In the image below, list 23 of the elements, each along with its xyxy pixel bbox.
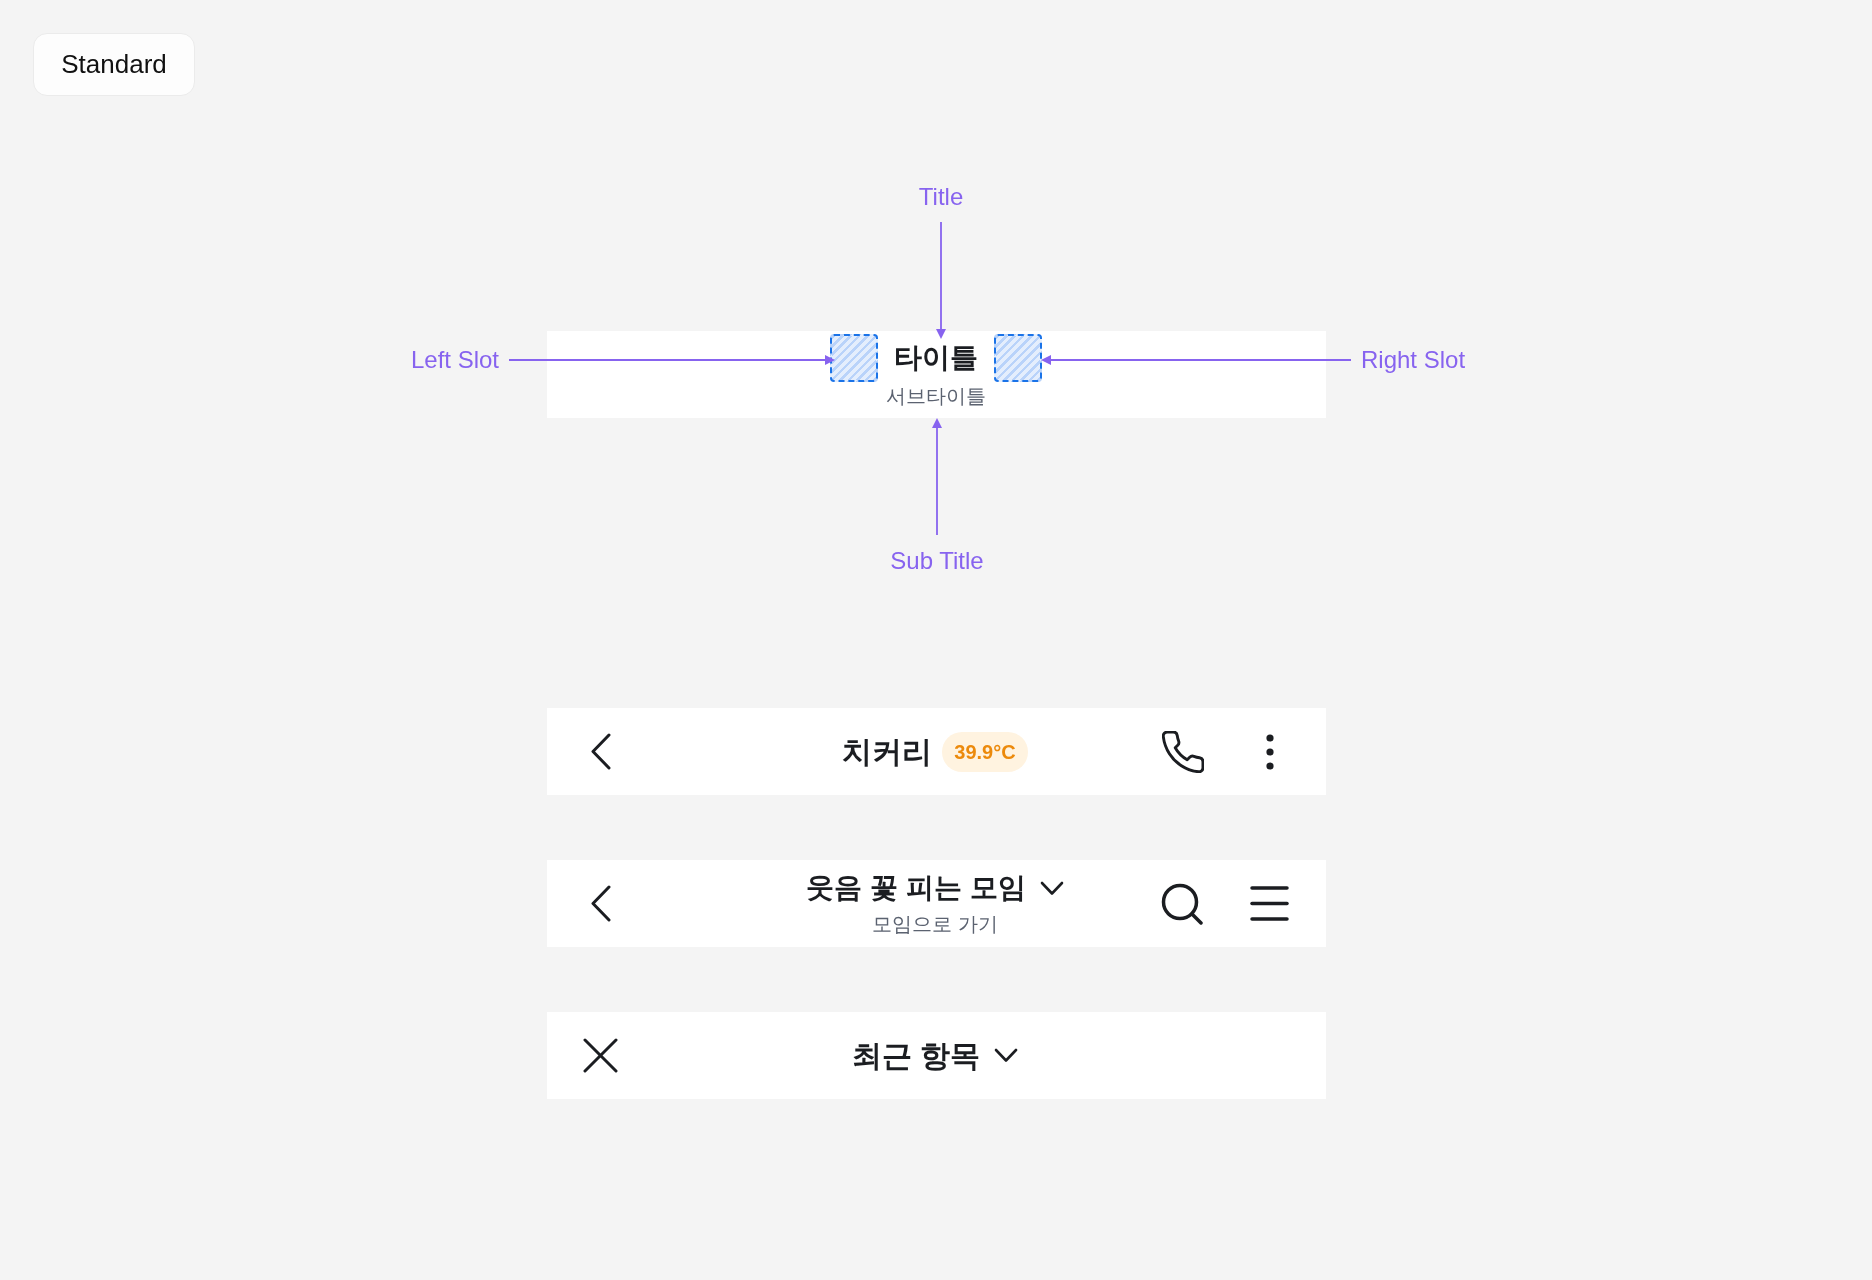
callout-label: Title [918,183,964,211]
title-text: 타이틀 [894,341,978,375]
menu-icon [1250,886,1289,921]
chevron-down-icon [1039,880,1064,896]
title-text: 치커리 [842,733,933,770]
callout-label: Sub Title [890,547,984,575]
search-icon [1161,882,1204,925]
hatched-placeholder-icon [830,334,878,382]
title-dropdown[interactable]: 최근 항목 [851,1037,1019,1074]
chevron-left-icon [589,885,612,922]
hatched-placeholder-icon [994,334,1042,382]
callout-label: Left Slot [410,346,499,374]
close-icon [583,1038,618,1073]
chevron-down-icon [994,1048,1019,1063]
subtitle-text: 모임으로 가기 [872,912,998,936]
more-vertical-icon [1265,733,1274,770]
title-dropdown[interactable]: 웃음 꽃 피는 모임 [806,871,1064,905]
phone-icon [1161,730,1204,773]
subtitle-text: 서브타이틀 [886,384,986,408]
temperature-badge: 39.9°C [942,731,1028,772]
callout-label: Right Slot [1361,346,1466,374]
variant-label: Standard [33,33,195,96]
chevron-left-icon [589,733,612,770]
